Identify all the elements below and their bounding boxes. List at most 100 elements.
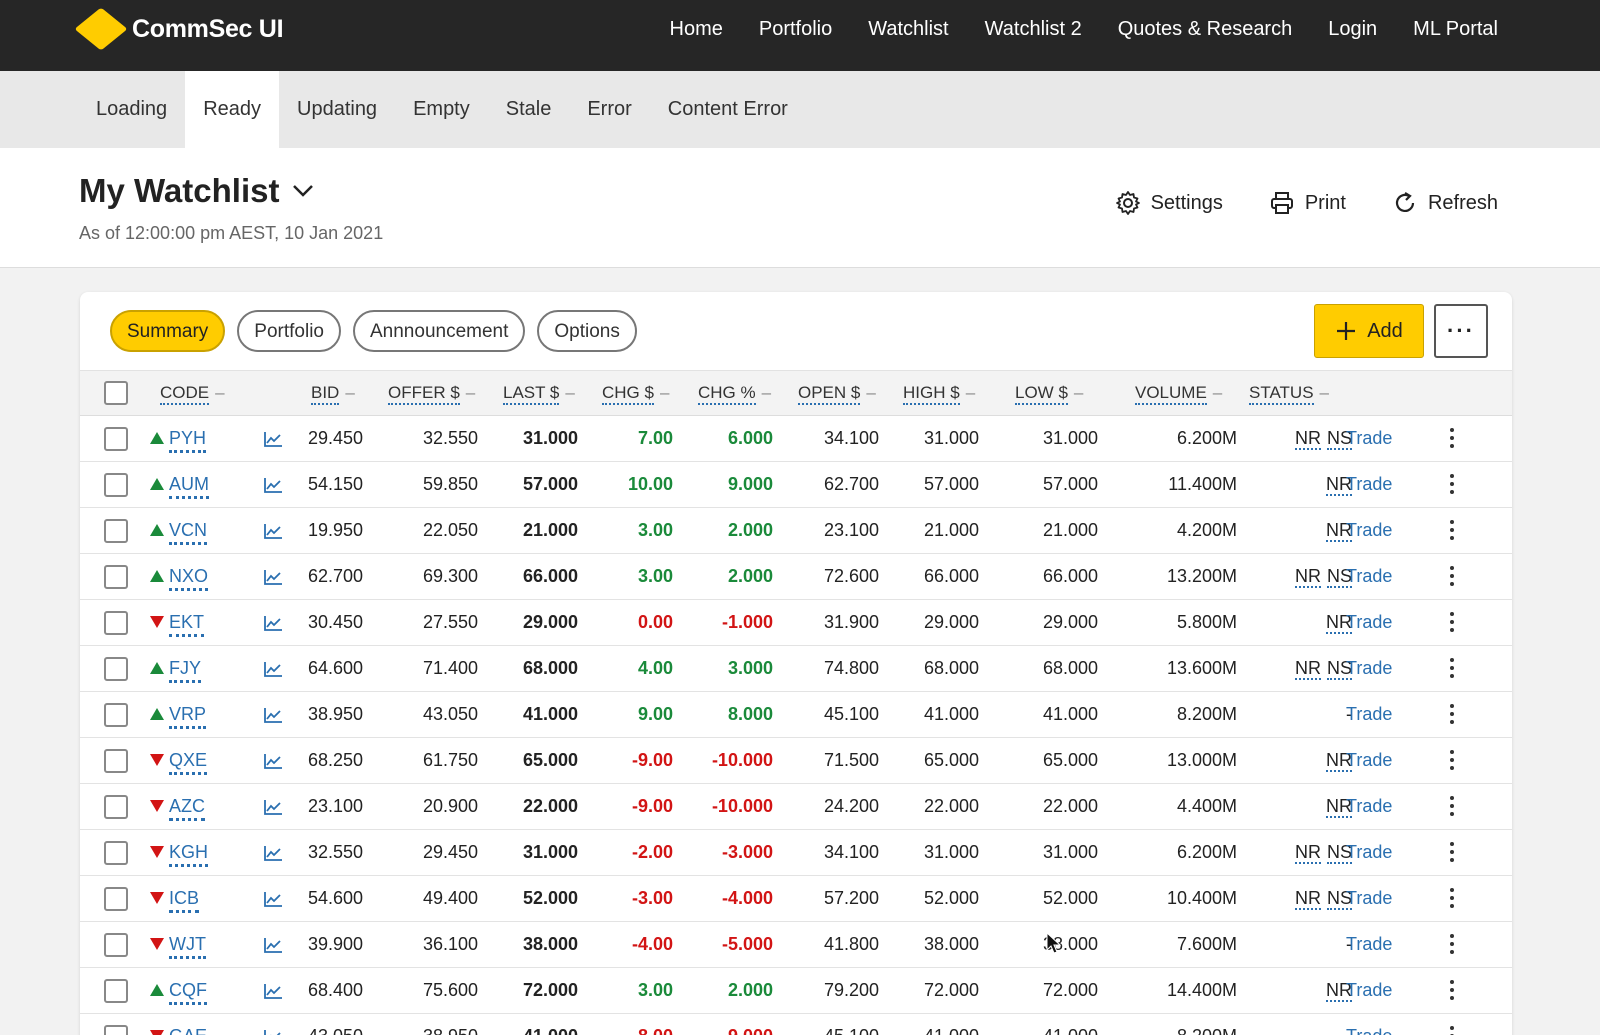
nav-link-portfolio[interactable]: Portfolio — [759, 18, 832, 41]
settings-button[interactable]: Settings — [1115, 190, 1223, 216]
security-code-link[interactable]: FJY — [169, 658, 202, 683]
row-checkbox[interactable] — [104, 519, 128, 543]
tab-stale[interactable]: Stale — [488, 71, 570, 148]
more-options-button[interactable]: ··· — [1434, 304, 1488, 358]
kebab-menu-icon[interactable] — [1448, 520, 1456, 544]
trade-link[interactable]: Trade — [1346, 750, 1392, 771]
filter-annnouncement-button[interactable]: Annnouncement — [353, 310, 526, 352]
security-code-link[interactable]: WJT — [169, 934, 206, 959]
kebab-menu-icon[interactable] — [1448, 612, 1456, 636]
line-chart-icon[interactable] — [263, 614, 283, 632]
line-chart-icon[interactable] — [263, 936, 283, 954]
column-header-open[interactable]: OPEN $ – — [798, 383, 876, 405]
select-all-checkbox[interactable] — [104, 381, 128, 405]
row-checkbox[interactable] — [104, 795, 128, 819]
line-chart-icon[interactable] — [263, 798, 283, 816]
kebab-menu-icon[interactable] — [1448, 750, 1456, 774]
tab-updating[interactable]: Updating — [279, 71, 395, 148]
security-code-link[interactable]: VRP — [169, 704, 207, 729]
row-checkbox[interactable] — [104, 657, 128, 681]
status-badge-nr[interactable]: NR — [1294, 566, 1321, 588]
security-code-link[interactable]: NXO — [169, 566, 209, 591]
security-code-link[interactable]: PYH — [169, 428, 207, 453]
security-code-link[interactable]: AZC — [169, 796, 205, 821]
trade-link[interactable]: Trade — [1346, 796, 1392, 817]
status-badge-nr[interactable]: NR — [1294, 888, 1321, 910]
line-chart-icon[interactable] — [263, 844, 283, 862]
kebab-menu-icon[interactable] — [1448, 566, 1456, 590]
line-chart-icon[interactable] — [263, 522, 283, 540]
kebab-menu-icon[interactable] — [1448, 796, 1456, 820]
nav-link-home[interactable]: Home — [670, 18, 723, 41]
row-checkbox[interactable] — [104, 565, 128, 589]
security-code-link[interactable]: VCN — [169, 520, 208, 545]
trade-link[interactable]: Trade — [1346, 566, 1392, 587]
kebab-menu-icon[interactable] — [1448, 842, 1456, 866]
refresh-button[interactable]: Refresh — [1392, 190, 1498, 216]
trade-link[interactable]: Trade — [1346, 1026, 1392, 1035]
row-checkbox[interactable] — [104, 749, 128, 773]
trade-link[interactable]: Trade — [1346, 842, 1392, 863]
line-chart-icon[interactable] — [263, 982, 283, 1000]
nav-link-watchlist[interactable]: Watchlist — [868, 18, 948, 41]
kebab-menu-icon[interactable] — [1448, 658, 1456, 682]
kebab-menu-icon[interactable] — [1448, 1026, 1456, 1035]
add-button[interactable]: Add — [1314, 304, 1424, 358]
tab-content-error[interactable]: Content Error — [650, 71, 806, 148]
column-header-volume[interactable]: VOLUME – — [1135, 383, 1222, 405]
brand-logo[interactable]: CommSec UI — [74, 7, 284, 51]
kebab-menu-icon[interactable] — [1448, 704, 1456, 728]
tab-empty[interactable]: Empty — [395, 71, 488, 148]
column-header-bid[interactable]: BID – — [311, 383, 355, 405]
kebab-menu-icon[interactable] — [1448, 888, 1456, 912]
kebab-menu-icon[interactable] — [1448, 934, 1456, 958]
tab-ready[interactable]: Ready — [185, 71, 279, 148]
trade-link[interactable]: Trade — [1346, 704, 1392, 725]
security-code-link[interactable]: AUM — [169, 474, 209, 499]
line-chart-icon[interactable] — [263, 476, 283, 494]
trade-link[interactable]: Trade — [1346, 612, 1392, 633]
filter-options-button[interactable]: Options — [537, 310, 637, 352]
security-code-link[interactable]: EKT — [169, 612, 205, 637]
column-header-code[interactable]: CODE – — [160, 383, 225, 405]
line-chart-icon[interactable] — [263, 660, 283, 678]
nav-link-quotes-research[interactable]: Quotes & Research — [1118, 18, 1293, 41]
column-header-chg-pct[interactable]: CHG % – — [698, 383, 771, 405]
row-checkbox[interactable] — [104, 887, 128, 911]
nav-link-watchlist-2[interactable]: Watchlist 2 — [985, 18, 1082, 41]
line-chart-icon[interactable] — [263, 706, 283, 724]
line-chart-icon[interactable] — [263, 890, 283, 908]
line-chart-icon[interactable] — [263, 752, 283, 770]
row-checkbox[interactable] — [104, 841, 128, 865]
kebab-menu-icon[interactable] — [1448, 474, 1456, 498]
security-code-link[interactable]: KGH — [169, 842, 209, 867]
watchlist-selector[interactable]: My Watchlist — [79, 172, 315, 210]
kebab-menu-icon[interactable] — [1448, 428, 1456, 452]
security-code-link[interactable]: CQF — [169, 980, 207, 1005]
kebab-menu-icon[interactable] — [1448, 980, 1456, 1004]
line-chart-icon[interactable] — [263, 1028, 283, 1035]
column-header-high[interactable]: HIGH $ – — [903, 383, 975, 405]
security-code-link[interactable]: ICB — [169, 888, 200, 913]
trade-link[interactable]: Trade — [1346, 658, 1392, 679]
trade-link[interactable]: Trade — [1346, 428, 1392, 449]
security-code-link[interactable]: GAE — [169, 1026, 207, 1035]
column-header-chg[interactable]: CHG $ – — [602, 383, 669, 405]
column-header-low[interactable]: LOW $ – — [1015, 383, 1083, 405]
filter-summary-button[interactable]: Summary — [110, 310, 226, 352]
row-checkbox[interactable] — [104, 427, 128, 451]
print-button[interactable]: Print — [1269, 190, 1346, 216]
tab-error[interactable]: Error — [569, 71, 649, 148]
column-header-status[interactable]: STATUS – — [1249, 383, 1329, 405]
status-badge-nr[interactable]: NR — [1294, 842, 1321, 864]
line-chart-icon[interactable] — [263, 568, 283, 586]
tab-loading[interactable]: Loading — [78, 71, 185, 148]
row-checkbox[interactable] — [104, 1025, 128, 1035]
nav-link-ml-portal[interactable]: ML Portal — [1413, 18, 1498, 41]
column-header-last[interactable]: LAST $ – — [503, 383, 575, 405]
status-badge-nr[interactable]: NR — [1294, 428, 1321, 450]
row-checkbox[interactable] — [104, 611, 128, 635]
status-badge-nr[interactable]: NR — [1294, 658, 1321, 680]
line-chart-icon[interactable] — [263, 430, 283, 448]
column-header-offer[interactable]: OFFER $ – — [388, 383, 475, 405]
